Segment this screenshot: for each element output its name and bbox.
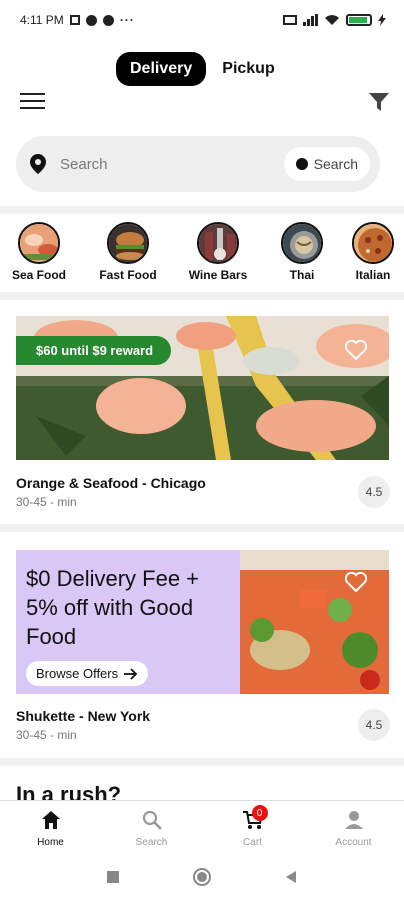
mode-toggle: Delivery Pickup xyxy=(116,52,291,86)
category-image xyxy=(107,222,149,264)
category-label: Fast Food xyxy=(99,268,157,282)
nav-search[interactable]: Search xyxy=(101,801,202,854)
charging-icon xyxy=(378,14,386,26)
category-wine-bars[interactable]: Wine Bars xyxy=(178,222,258,282)
nav-label: Account xyxy=(335,837,372,848)
status-time: 4:11 PM xyxy=(20,13,64,27)
back-icon[interactable] xyxy=(284,870,298,884)
nav-label: Search xyxy=(135,837,168,848)
bottom-navigation: Home Search 0 Cart Account xyxy=(0,800,404,854)
category-image xyxy=(18,222,60,264)
nav-cart[interactable]: 0 Cart xyxy=(202,801,303,854)
nav-label: Home xyxy=(37,837,64,848)
nav-account[interactable]: Account xyxy=(303,801,404,854)
category-thai[interactable]: Thai xyxy=(262,222,342,282)
section-divider xyxy=(0,758,404,766)
delivery-time: 30-45 - min xyxy=(16,495,77,509)
filter-icon[interactable] xyxy=(369,93,389,111)
navigation-icon xyxy=(102,14,114,26)
image-icon xyxy=(69,15,80,25)
reward-badge: $60 until $9 reward xyxy=(16,336,172,365)
delivery-tab[interactable]: Delivery xyxy=(116,52,207,86)
more-notifications: ··· xyxy=(119,13,135,27)
recent-apps-icon[interactable] xyxy=(106,870,120,884)
category-fast-food[interactable]: Fast Food xyxy=(88,222,168,282)
system-navigation xyxy=(0,854,404,900)
category-sea-food[interactable]: Sea Food xyxy=(0,222,79,282)
favorite-heart-icon[interactable] xyxy=(345,340,367,360)
search-input[interactable] xyxy=(60,155,284,173)
category-label: Sea Food xyxy=(11,268,66,282)
browse-offers-label: Browse Offers xyxy=(36,666,119,681)
clock-icon xyxy=(295,158,308,170)
status-bar: 4:11 PM ··· xyxy=(0,0,404,40)
section-divider xyxy=(0,292,404,300)
rating-badge: 4.5 xyxy=(358,709,390,741)
promo-title: $0 Delivery Fee + 5% off with Good Food xyxy=(26,566,200,649)
search-button-label: Search xyxy=(313,156,358,172)
cart-badge: 0 xyxy=(251,805,268,821)
section-divider xyxy=(0,524,404,532)
battery-icon xyxy=(346,14,372,26)
browse-offers-button[interactable]: Browse Offers xyxy=(26,661,149,686)
wifi-icon xyxy=(325,15,339,25)
promo-banner[interactable]: $0 Delivery Fee + 5% off with Good Food … xyxy=(16,550,240,694)
category-image xyxy=(281,222,323,264)
account-icon xyxy=(344,811,363,829)
vpn-icon xyxy=(283,15,297,25)
search-icon xyxy=(142,810,162,830)
rating-badge: 4.5 xyxy=(358,476,390,508)
category-image xyxy=(352,222,394,264)
home-icon xyxy=(41,811,60,829)
restaurant-name[interactable]: Orange & Seafood - Chicago xyxy=(16,475,206,491)
record-icon xyxy=(85,14,97,26)
search-button[interactable]: Search xyxy=(283,147,370,181)
nav-label: Cart xyxy=(243,837,262,848)
category-italian[interactable]: Italian xyxy=(333,222,404,282)
category-label: Italian xyxy=(355,268,391,282)
location-pin-icon[interactable] xyxy=(30,154,46,174)
favorite-heart-icon[interactable] xyxy=(345,572,367,592)
pickup-tab[interactable]: Pickup xyxy=(206,52,290,86)
signal-icon xyxy=(303,14,318,26)
restaurant-name[interactable]: Shukette - New York xyxy=(16,708,150,724)
category-image xyxy=(197,222,239,264)
arrow-right-icon xyxy=(124,667,138,680)
category-label: Wine Bars xyxy=(188,268,248,282)
hamburger-menu-icon[interactable] xyxy=(20,93,45,111)
section-divider xyxy=(0,206,404,214)
nav-home[interactable]: Home xyxy=(0,801,101,854)
search-bar: Search xyxy=(16,136,380,192)
home-button-icon[interactable] xyxy=(192,867,212,887)
category-label: Thai xyxy=(289,268,315,282)
category-carousel: Sea Food Fast Food Wine Bars Thai Italia… xyxy=(0,222,404,286)
cart-icon: 0 xyxy=(242,805,268,831)
delivery-time: 30-45 - min xyxy=(16,728,77,742)
